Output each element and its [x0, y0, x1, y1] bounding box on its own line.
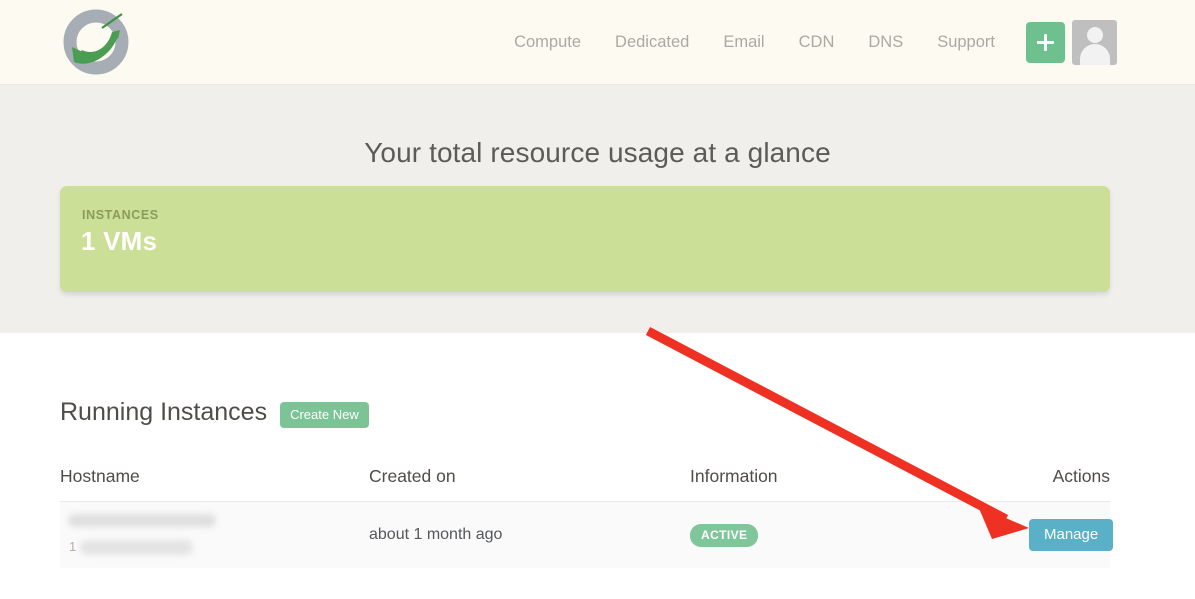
- page-title: Your total resource usage at a glance: [364, 137, 831, 168]
- column-header-created-on: Created on: [369, 466, 456, 486]
- nav-item-dedicated[interactable]: Dedicated: [598, 34, 706, 51]
- status-badge: ACTIVE: [690, 523, 759, 547]
- nav-item-compute[interactable]: Compute: [497, 34, 598, 51]
- nav-item-cdn[interactable]: CDN: [782, 34, 852, 51]
- dashboard-page: Compute Dedicated Email CDN DNS Support …: [0, 0, 1195, 599]
- created-on-text: about 1 month ago: [369, 526, 503, 543]
- table-header-row: Hostname Created on Information Actions: [60, 452, 1110, 502]
- instances-stat-value: 1 VMs: [81, 226, 158, 256]
- avatar[interactable]: [1072, 19, 1117, 65]
- row-index: 1: [69, 539, 77, 554]
- nav-item-email[interactable]: Email: [706, 34, 781, 51]
- brand-logo-icon: [58, 6, 136, 78]
- manage-button[interactable]: Manage: [1029, 519, 1114, 551]
- instances-stat-label: INSTANCES: [82, 208, 159, 222]
- avatar-head-icon: [1086, 26, 1103, 43]
- table-row: 1 about 1 month ago ACTIVE Manage: [60, 502, 1114, 568]
- primary-nav: Compute Dedicated Email CDN DNS Support: [497, 0, 1117, 84]
- column-header-information: Information: [690, 466, 778, 486]
- avatar-body-icon: [1079, 43, 1110, 65]
- plus-icon-stroke: [1044, 34, 1047, 51]
- cell-hostname: 1: [60, 512, 369, 558]
- instances-stat-card: INSTANCES 1 VMs: [60, 186, 1110, 292]
- running-instances-section: Running Instances Create New Hostname Cr…: [0, 333, 1195, 599]
- column-header-actions: Actions: [1052, 466, 1110, 486]
- add-new-button[interactable]: [1026, 21, 1065, 63]
- instances-table: Hostname Created on Information Actions …: [60, 452, 1114, 568]
- section-header: Running Instances Create New: [60, 397, 369, 428]
- redacted-hostname: 1: [60, 512, 220, 558]
- resource-summary-section: Your total resource usage at a glance IN…: [0, 85, 1195, 333]
- cell-created-on: about 1 month ago: [369, 526, 690, 544]
- column-header-hostname: Hostname: [60, 466, 140, 486]
- create-new-button[interactable]: Create New: [280, 402, 369, 428]
- section-title: Running Instances: [60, 397, 268, 426]
- top-navigation-bar: Compute Dedicated Email CDN DNS Support: [0, 0, 1195, 85]
- brand-logo-link[interactable]: [58, 6, 136, 78]
- nav-item-support[interactable]: Support: [920, 34, 1012, 51]
- redaction-blur-bar: [68, 514, 216, 527]
- cell-actions: Manage: [1029, 519, 1114, 551]
- redaction-blur-bar: [80, 540, 193, 555]
- nav-item-dns[interactable]: DNS: [851, 34, 920, 51]
- cell-information: ACTIVE: [690, 523, 1029, 547]
